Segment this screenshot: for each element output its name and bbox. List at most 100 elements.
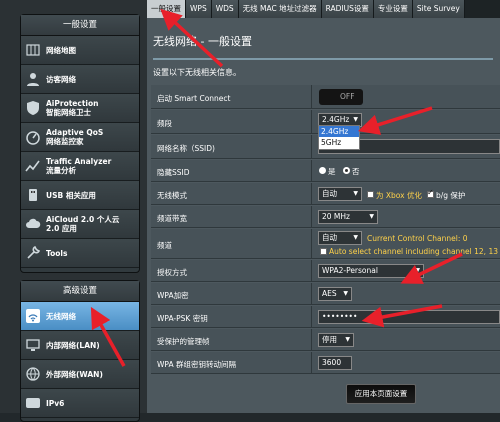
advanced-settings-title: 高级设置 (21, 281, 139, 302)
smart-connect-state: OFF (340, 92, 355, 101)
sidebar-item-tools[interactable]: Tools (21, 239, 139, 268)
sidebar-item-label: USB 相关应用 (46, 190, 96, 200)
auth-label: 授权方式 (157, 268, 187, 277)
rekey-interval-input[interactable]: 3600 (318, 356, 352, 370)
hide-ssid-yes-radio[interactable] (319, 167, 326, 174)
chevron-down-icon: ▼ (345, 336, 350, 343)
globe-icon (26, 367, 40, 381)
guest-icon (27, 73, 39, 86)
auto-channel-label: Auto select channel including channel 12… (329, 247, 498, 256)
row-wireless-mode: 无线模式 自动 ▼ 为 Xbox 优化 b/g 保护 (151, 183, 500, 205)
sidebar-item-guest-network[interactable]: 访客网络 (21, 65, 139, 94)
row-wpa-encryption: WPA加密 AES ▼ (151, 283, 500, 305)
usb-icon (29, 189, 37, 201)
chevron-down-icon: ▼ (353, 190, 358, 197)
smart-connect-label: 启动 Smart Connect (157, 94, 231, 103)
bg-protection-label: b/g 保护 (436, 191, 466, 200)
sidebar-item-label: 无线网络 (46, 311, 76, 321)
shield-icon (27, 101, 39, 115)
page-title: 无线网络 - 一般设置 (153, 35, 252, 48)
xbox-optimize-checkbox[interactable] (367, 191, 374, 198)
pmf-value: 停用 (322, 335, 337, 344)
chevron-down-icon: ▼ (343, 290, 348, 297)
sidebar-item-label: IPv6 (46, 398, 65, 408)
tab-general[interactable]: 一般设置 (147, 0, 186, 18)
sidebar-item-label: 网络地图 (46, 45, 76, 55)
map-icon (26, 44, 40, 56)
tab-professional[interactable]: 专业设置 (373, 0, 413, 18)
hide-ssid-no-label: 否 (352, 167, 360, 176)
chevron-down-icon: ▼ (369, 213, 374, 220)
psk-label: WPA-PSK 密钥 (157, 314, 208, 323)
sidebar-item-label: AiProtection 智能网络卫士 (46, 99, 99, 117)
channel-select[interactable]: 自动 ▼ (318, 231, 362, 245)
sidebar-item-wan[interactable]: 外部网络(WAN) (21, 360, 139, 389)
tab-wps[interactable]: WPS (186, 0, 212, 18)
title-divider (153, 58, 493, 60)
tools-icon (27, 245, 41, 259)
sidebar-item-aicloud[interactable]: AiCloud 2.0 个人云 2.0 应用 (21, 210, 139, 239)
bandwidth-label: 频道带宽 (157, 214, 187, 223)
tab-mac-filter[interactable]: 无线 MAC 地址过滤器 (238, 0, 322, 18)
channel-label: 频道 (157, 241, 172, 250)
chevron-down-icon: ▼ (415, 267, 420, 274)
row-bandwidth: 频道带宽 20 MHz ▼ (151, 206, 500, 228)
lan-icon (26, 339, 40, 351)
band-option-24ghz[interactable]: 2.4GHz (319, 126, 359, 137)
row-auth: 授权方式 WPA2-Personal ▼ (151, 260, 500, 282)
auto-channel-checkbox[interactable] (320, 248, 327, 255)
sidebar-item-usb[interactable]: USB 相关应用 (21, 181, 139, 210)
chevron-down-icon: ▼ (353, 234, 358, 241)
tab-site-survey[interactable]: Site Survey (412, 0, 465, 18)
sidebar-item-aiprotection[interactable]: AiProtection 智能网络卫士 (21, 94, 139, 123)
page-description: 设置以下无线相关信息。 (153, 68, 241, 77)
sidebar-item-label: 内部网络(LAN) (46, 340, 100, 350)
sidebar-item-ipv6[interactable]: IPv6 (21, 389, 139, 418)
wpa-encryption-value: AES (322, 289, 337, 298)
row-rekey-interval: WPA 群组密钥转动间隔 3600 (151, 352, 500, 374)
sidebar-item-label: Traffic Analyzer 流量分析 (46, 157, 112, 175)
sidebar: 一般设置 网络地图 访客网络 AiProtection 智能网络卫士 Adapt… (0, 0, 147, 422)
psk-input[interactable]: •••••••• (318, 310, 500, 324)
tab-wds[interactable]: WDS (211, 0, 239, 18)
hide-ssid-no-radio[interactable] (343, 167, 350, 174)
band-label: 频段 (157, 119, 172, 128)
tab-radius[interactable]: RADIUS设置 (321, 0, 374, 18)
advanced-settings-group: 高级设置 无线网络 内部网络(LAN) 外部网络(WAN) IPv6 (20, 280, 140, 422)
apply-button[interactable]: 应用本页面设置 (346, 384, 416, 404)
sidebar-item-label: Adaptive QoS 网络监控家 (46, 128, 104, 146)
current-channel-text: Current Control Channel: 0 (367, 234, 468, 243)
pmf-label: 受保护的管理帧 (157, 337, 210, 346)
sidebar-item-label: AiCloud 2.0 个人云 2.0 应用 (46, 215, 120, 233)
band-option-5ghz[interactable]: 5GHz (319, 137, 359, 148)
channel-value: 自动 (322, 233, 337, 242)
ssid-label: 网络名称（SSID) (157, 144, 215, 153)
row-smart-connect: 启动 Smart Connect OFF (151, 85, 500, 109)
general-settings-title: 一般设置 (21, 15, 139, 36)
sidebar-item-wireless[interactable]: 无线网络 (21, 302, 139, 331)
row-channel: 频道 自动 ▼ Current Control Channel: 0 Auto s… (151, 229, 500, 259)
smart-connect-toggle[interactable]: OFF (319, 89, 363, 105)
sidebar-item-network-map[interactable]: 网络地图 (21, 36, 139, 65)
auth-select[interactable]: WPA2-Personal ▼ (318, 264, 424, 278)
bandwidth-select[interactable]: 20 MHz ▼ (318, 210, 378, 224)
pmf-select[interactable]: 停用 ▼ (318, 333, 354, 347)
xbox-optimize-label: 为 Xbox 优化 (376, 191, 422, 200)
wpa-encryption-select[interactable]: AES ▼ (318, 287, 352, 301)
sidebar-item-lan[interactable]: 内部网络(LAN) (21, 331, 139, 360)
sidebar-item-label: 外部网络(WAN) (46, 369, 103, 379)
wireless-mode-label: 无线模式 (157, 191, 187, 200)
sidebar-item-adaptive-qos[interactable]: Adaptive QoS 网络监控家 (21, 123, 139, 152)
auth-value: WPA2-Personal (322, 266, 378, 275)
sidebar-item-traffic-analyzer[interactable]: Traffic Analyzer 流量分析 (21, 152, 139, 181)
bg-protection-checkbox[interactable] (427, 188, 434, 198)
band-dropdown-list: 2.4GHz 5GHz (318, 125, 360, 150)
wireless-mode-select[interactable]: 自动 ▼ (318, 187, 362, 201)
rekey-interval-label: WPA 群组密钥转动间隔 (157, 360, 236, 369)
tab-bar: 一般设置 WPS WDS 无线 MAC 地址过滤器 RADIUS设置 专业设置 … (147, 0, 500, 18)
sidebar-item-label: 访客网络 (46, 74, 76, 84)
chart-icon (25, 160, 40, 172)
bandwidth-value: 20 MHz (322, 212, 350, 221)
wpa-encryption-label: WPA加密 (157, 291, 189, 300)
row-hide-ssid: 隐藏SSID 是 否 (151, 160, 500, 182)
